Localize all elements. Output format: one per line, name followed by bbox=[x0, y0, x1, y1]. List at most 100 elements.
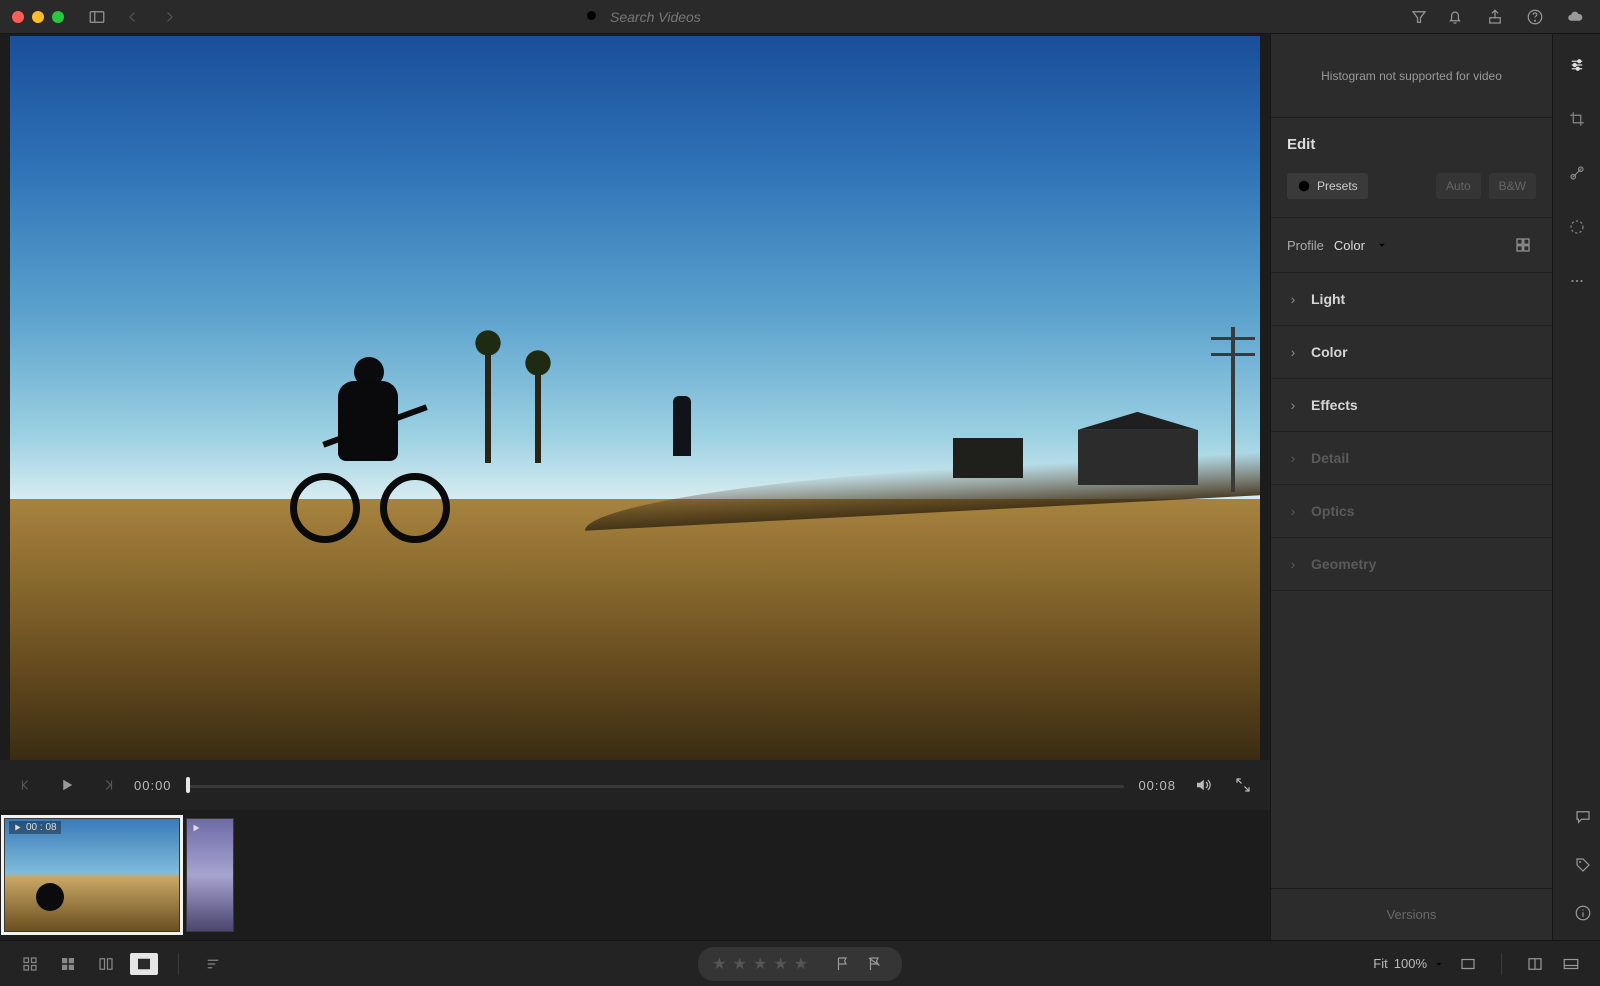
filmstrip-thumb-2[interactable] bbox=[186, 818, 234, 932]
zoom-control[interactable]: Fit 100% bbox=[1373, 956, 1445, 971]
filmstrip: 00 : 08 bbox=[0, 810, 1270, 940]
current-time-label: 00:00 bbox=[134, 778, 172, 793]
video-house bbox=[1078, 430, 1198, 485]
edit-tool-button[interactable] bbox=[1564, 52, 1590, 78]
top-bar: Search Videos bbox=[0, 0, 1600, 34]
panel-toggle-button[interactable] bbox=[84, 4, 110, 30]
bottom-bar: ★ ★ ★ ★ ★ Fit 100% bbox=[0, 940, 1600, 986]
play-button[interactable] bbox=[54, 772, 80, 798]
chevron-down-icon bbox=[1433, 958, 1445, 970]
edit-panel: Histogram not supported for video Edit P… bbox=[1270, 34, 1552, 940]
scrub-bar[interactable] bbox=[186, 775, 1125, 795]
section-detail: › Detail bbox=[1271, 432, 1552, 485]
auto-button[interactable]: Auto bbox=[1436, 173, 1481, 199]
rating-flag-pill: ★ ★ ★ ★ ★ bbox=[698, 947, 902, 981]
left-column: 00:00 00:08 00 : 08 bbox=[0, 34, 1270, 940]
comments-button[interactable] bbox=[1570, 804, 1596, 830]
sort-button[interactable] bbox=[199, 953, 227, 975]
cloud-sync-button[interactable] bbox=[1562, 4, 1588, 30]
filter-button[interactable] bbox=[1406, 4, 1432, 30]
chevron-right-icon: › bbox=[1287, 556, 1299, 572]
profile-label: Profile bbox=[1287, 238, 1324, 253]
healing-tool-button[interactable] bbox=[1564, 160, 1590, 186]
edit-header: Edit bbox=[1271, 118, 1552, 163]
masking-tool-button[interactable] bbox=[1564, 214, 1590, 240]
edit-actions-row: Presets Auto B&W bbox=[1271, 163, 1552, 217]
presets-button[interactable]: Presets bbox=[1287, 173, 1368, 199]
scrub-handle[interactable] bbox=[186, 777, 190, 793]
help-button[interactable] bbox=[1522, 4, 1548, 30]
grid-view-button[interactable] bbox=[16, 953, 44, 975]
share-button[interactable] bbox=[1482, 4, 1508, 30]
star-3[interactable]: ★ bbox=[753, 954, 767, 974]
video-palm bbox=[535, 363, 541, 463]
profile-row[interactable]: Profile Color bbox=[1271, 217, 1552, 273]
video-house bbox=[953, 438, 1023, 478]
chevron-right-icon: › bbox=[1287, 450, 1299, 466]
fullscreen-button[interactable] bbox=[1230, 772, 1256, 798]
search-input[interactable]: Search Videos bbox=[584, 8, 1004, 26]
section-geometry: › Geometry bbox=[1271, 538, 1552, 591]
section-light[interactable]: › Light bbox=[1271, 273, 1552, 326]
video-rider bbox=[310, 363, 460, 543]
more-tools-button[interactable] bbox=[1564, 268, 1590, 294]
original-toggle-button[interactable] bbox=[1522, 951, 1548, 977]
filmstrip-thumb-1[interactable]: 00 : 08 bbox=[4, 818, 180, 932]
bottom-right-rail bbox=[1570, 804, 1596, 926]
notifications-button[interactable] bbox=[1442, 4, 1468, 30]
minimize-window-button[interactable] bbox=[32, 11, 44, 23]
prev-frame-button[interactable] bbox=[14, 772, 40, 798]
soft-proof-button[interactable] bbox=[1455, 951, 1481, 977]
profile-value: Color bbox=[1334, 238, 1365, 253]
crop-tool-button[interactable] bbox=[1564, 106, 1590, 132]
nav-back-button[interactable] bbox=[120, 4, 146, 30]
window-controls bbox=[12, 11, 64, 23]
duration-label: 00:08 bbox=[1138, 778, 1176, 793]
top-right-controls bbox=[1442, 4, 1588, 30]
star-5[interactable]: ★ bbox=[794, 954, 808, 974]
thumb-image bbox=[5, 819, 179, 931]
section-color[interactable]: › Color bbox=[1271, 326, 1552, 379]
nav-forward-button[interactable] bbox=[156, 4, 182, 30]
thumb-image bbox=[187, 819, 233, 931]
star-4[interactable]: ★ bbox=[773, 954, 787, 974]
thumb-duration-badge: 00 : 08 bbox=[9, 821, 61, 834]
chevron-right-icon: › bbox=[1287, 344, 1299, 360]
chevron-right-icon: › bbox=[1287, 503, 1299, 519]
flag-pick-button[interactable] bbox=[830, 951, 856, 977]
next-frame-button[interactable] bbox=[94, 772, 120, 798]
video-frame[interactable] bbox=[10, 36, 1260, 760]
edit-title: Edit bbox=[1287, 136, 1536, 153]
chevron-down-icon bbox=[1375, 238, 1389, 252]
maximize-window-button[interactable] bbox=[52, 11, 64, 23]
star-1[interactable]: ★ bbox=[712, 954, 726, 974]
search-placeholder: Search Videos bbox=[610, 9, 701, 25]
section-effects[interactable]: › Effects bbox=[1271, 379, 1552, 432]
search-icon bbox=[584, 8, 602, 26]
video-palm bbox=[485, 343, 491, 463]
chevron-right-icon: › bbox=[1287, 397, 1299, 413]
video-ground bbox=[10, 499, 1260, 760]
separator bbox=[1501, 953, 1502, 975]
video-pole bbox=[1231, 327, 1235, 492]
star-2[interactable]: ★ bbox=[733, 954, 747, 974]
detail-view-button[interactable] bbox=[130, 953, 158, 975]
playback-bar: 00:00 00:08 bbox=[0, 760, 1270, 810]
bw-button[interactable]: B&W bbox=[1489, 173, 1536, 199]
volume-button[interactable] bbox=[1190, 772, 1216, 798]
flag-reject-button[interactable] bbox=[862, 951, 888, 977]
versions-button[interactable]: Versions bbox=[1271, 888, 1552, 940]
compare-view-button[interactable] bbox=[92, 953, 120, 975]
info-button[interactable] bbox=[1570, 900, 1596, 926]
filmstrip-toggle-button[interactable] bbox=[1558, 951, 1584, 977]
scrub-track bbox=[186, 785, 1125, 788]
play-icon bbox=[191, 823, 201, 833]
play-icon bbox=[13, 823, 22, 832]
search-area: Search Videos bbox=[192, 8, 1396, 26]
square-grid-view-button[interactable] bbox=[54, 953, 82, 975]
close-window-button[interactable] bbox=[12, 11, 24, 23]
keywords-button[interactable] bbox=[1570, 852, 1596, 878]
histogram-placeholder: Histogram not supported for video bbox=[1271, 34, 1552, 118]
section-optics: › Optics bbox=[1271, 485, 1552, 538]
profile-browser-button[interactable] bbox=[1510, 232, 1536, 258]
